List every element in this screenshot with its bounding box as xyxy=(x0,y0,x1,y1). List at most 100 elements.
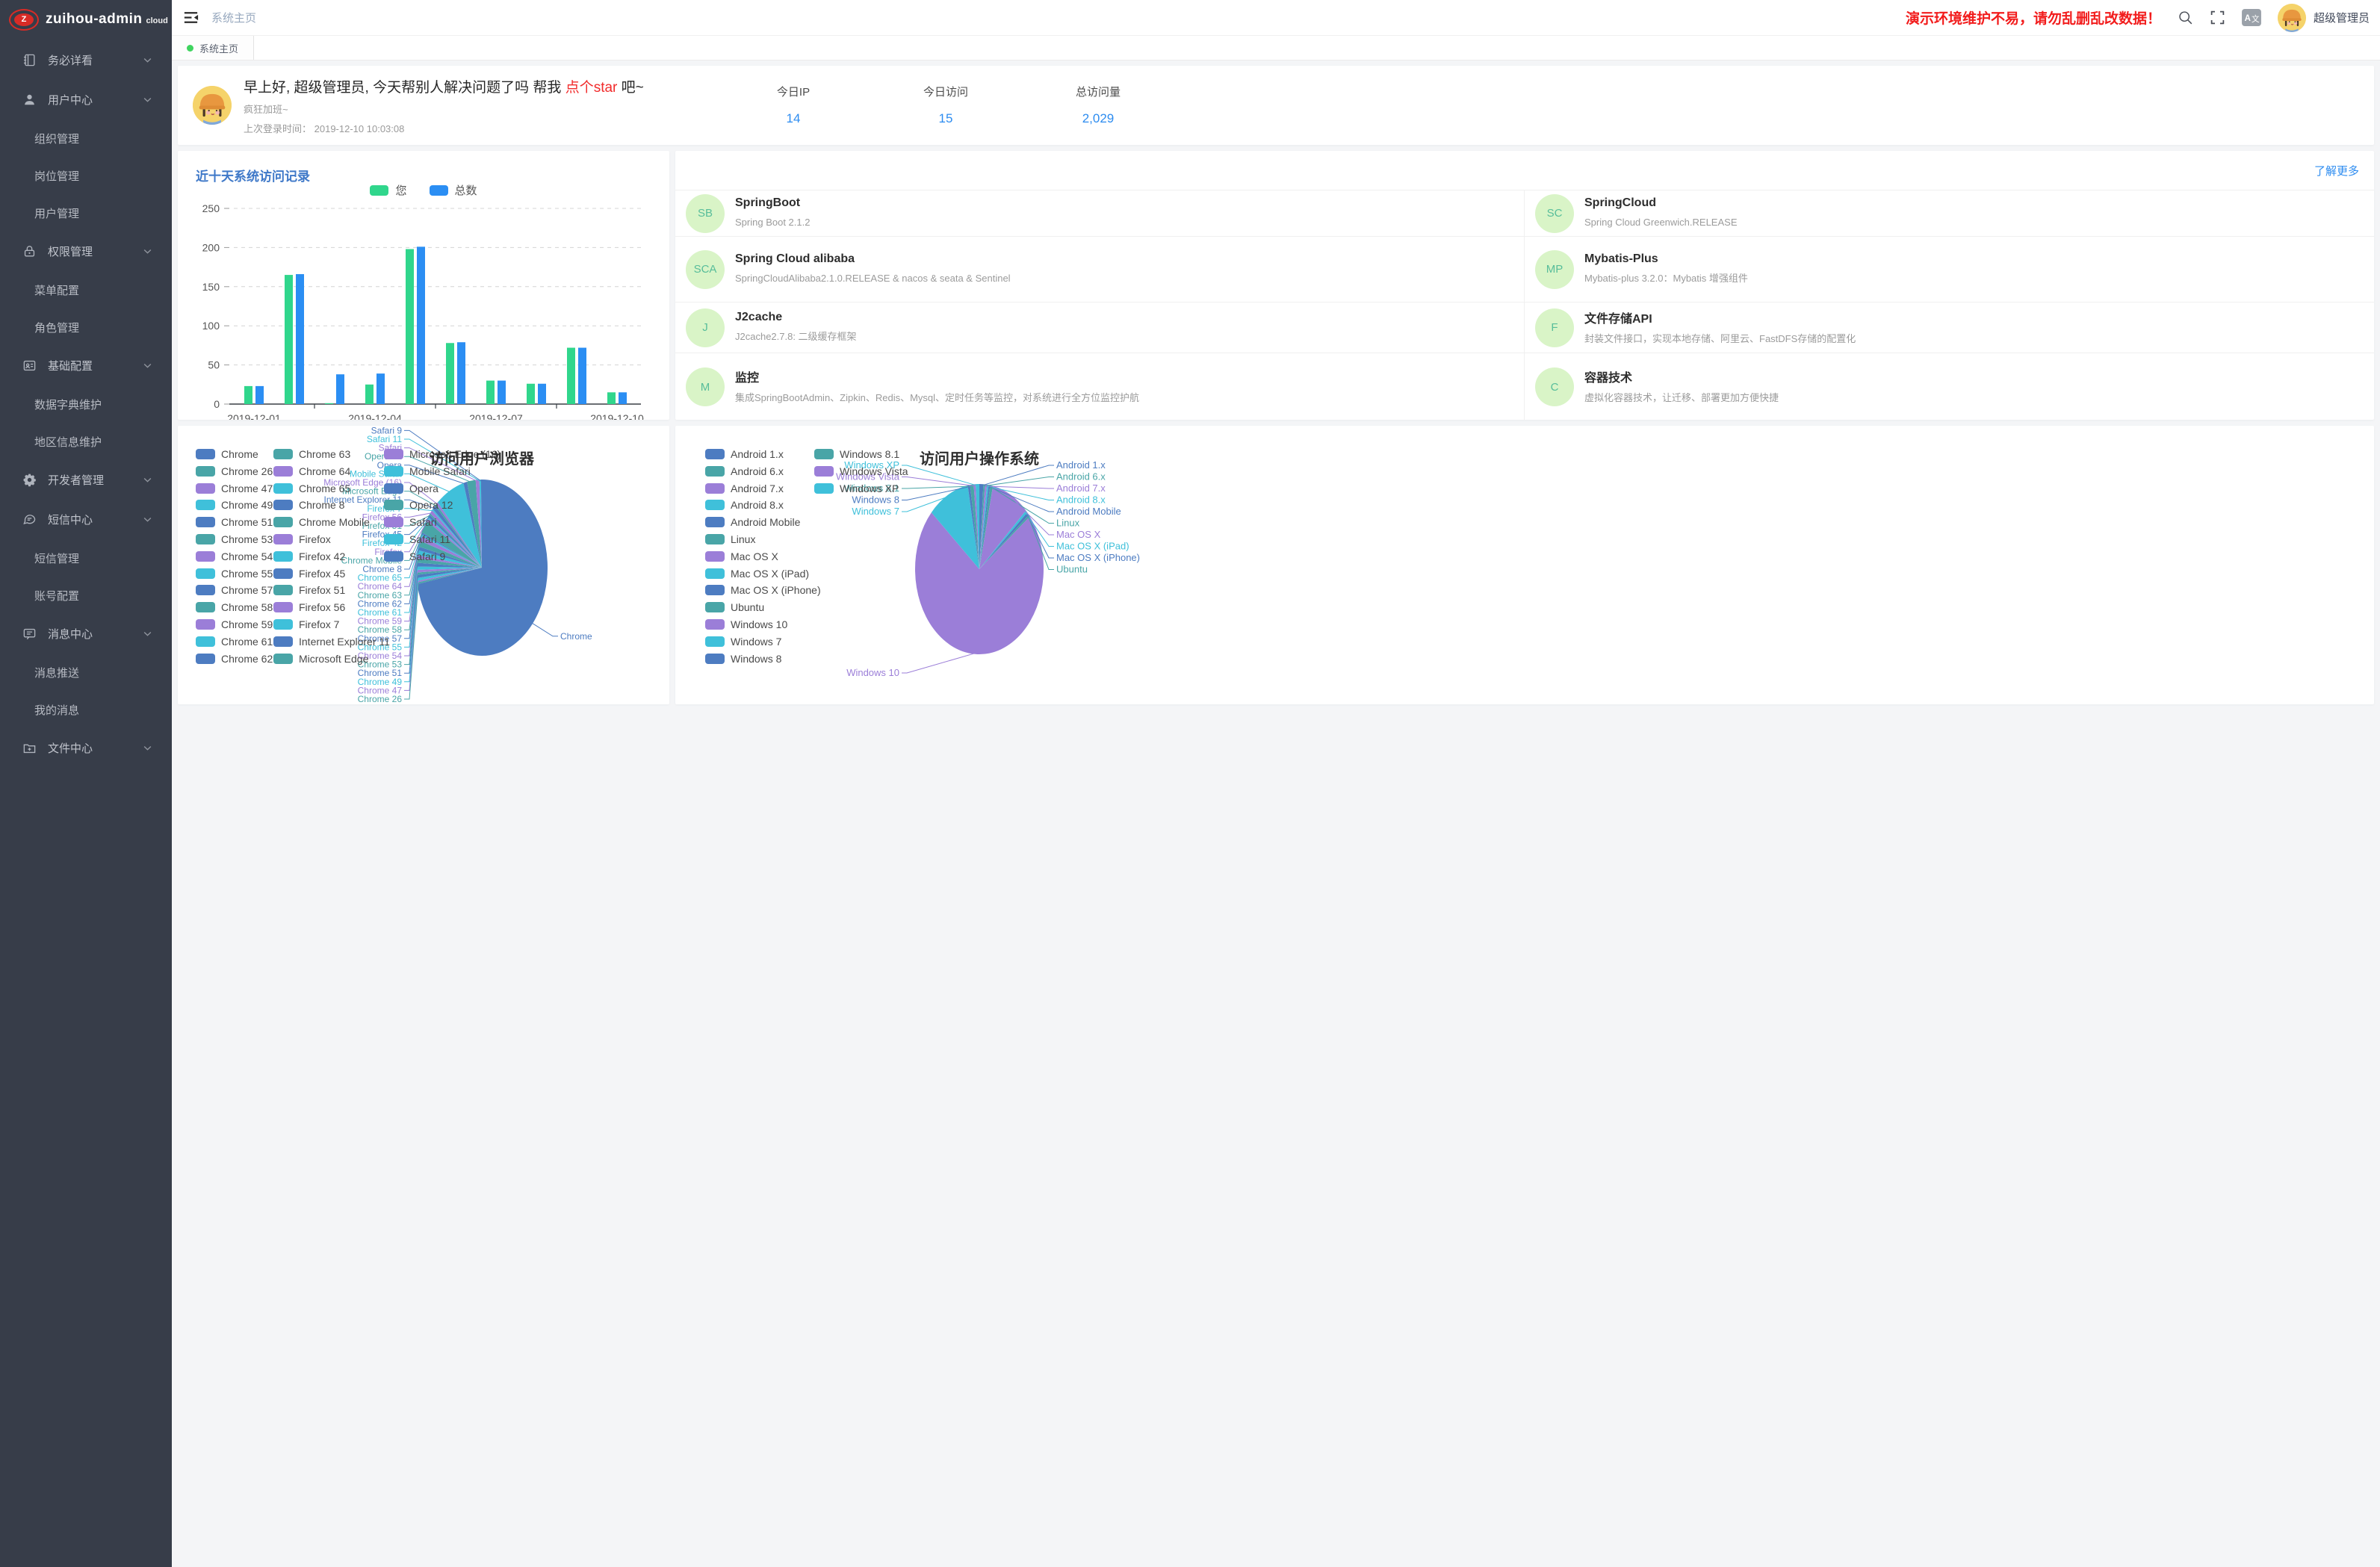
bar-您-2019-12-09[interactable] xyxy=(567,348,575,404)
legend-item-Chrome 53[interactable]: Chrome 53 xyxy=(196,533,273,545)
bar-总数-2019-12-08[interactable] xyxy=(538,384,546,404)
legend-item-Chrome[interactable]: Chrome xyxy=(196,448,258,460)
legend-item-Chrome 8[interactable]: Chrome 8 xyxy=(273,499,344,511)
legend-item-Safari 11[interactable]: Safari 11 xyxy=(384,533,450,545)
legend-item-Windows Vista[interactable]: Windows Vista xyxy=(814,465,908,477)
legend-item-Ubuntu[interactable]: Ubuntu xyxy=(705,601,764,613)
bar-总数-2019-12-06[interactable] xyxy=(457,342,465,404)
sidebar-subitem-短信管理[interactable]: 短信管理 xyxy=(0,539,172,577)
legend-item-Chrome 51[interactable]: Chrome 51 xyxy=(196,516,273,528)
sidebar-item-用户中心[interactable]: 用户中心 xyxy=(0,80,172,120)
star-link[interactable]: 点个star xyxy=(565,80,618,96)
bar-总数-2019-12-04[interactable] xyxy=(376,373,385,404)
legend-item-Chrome 64[interactable]: Chrome 64 xyxy=(273,465,350,477)
legend-item-Firefox 51[interactable]: Firefox 51 xyxy=(273,584,345,596)
bar-您-2019-12-05[interactable] xyxy=(406,249,414,404)
sidebar-item-基础配置[interactable]: 基础配置 xyxy=(0,346,172,385)
sidebar-subitem-数据字典维护[interactable]: 数据字典维护 xyxy=(0,385,172,423)
legend-item-Android 6.x[interactable]: Android 6.x xyxy=(705,465,784,477)
legend-item-Chrome 57[interactable]: Chrome 57 xyxy=(196,584,273,596)
legend-item-Chrome 62[interactable]: Chrome 62 xyxy=(196,653,273,665)
sidebar-subitem-账号配置[interactable]: 账号配置 xyxy=(0,577,172,614)
sidebar-subitem-岗位管理[interactable]: 岗位管理 xyxy=(0,157,172,194)
username[interactable]: 超级管理员 xyxy=(2314,10,2370,25)
sidebar-subitem-消息推送[interactable]: 消息推送 xyxy=(0,654,172,691)
legend-item-Opera 12[interactable]: Opera 12 xyxy=(384,499,453,511)
bar-总数-2019-12-01[interactable] xyxy=(255,386,264,404)
legend-item-Chrome 47[interactable]: Chrome 47 xyxy=(196,482,273,494)
sidebar-subitem-菜单配置[interactable]: 菜单配置 xyxy=(0,271,172,308)
sidebar-subitem-组织管理[interactable]: 组织管理 xyxy=(0,120,172,157)
bar-您-2019-12-08[interactable] xyxy=(527,384,535,404)
legend-item-Chrome 26[interactable]: Chrome 26 xyxy=(196,465,273,477)
bar-您-2019-12-10[interactable] xyxy=(607,392,616,404)
sidebar-subitem-角色管理[interactable]: 角色管理 xyxy=(0,308,172,346)
tab-system-home[interactable]: 系统主页 xyxy=(172,36,254,60)
legend-item-Windows XP[interactable]: Windows XP xyxy=(814,482,899,494)
fullscreen-icon[interactable] xyxy=(2210,10,2225,25)
legend-item-Windows 10[interactable]: Windows 10 xyxy=(705,618,787,630)
legend-item-Chrome 61[interactable]: Chrome 61 xyxy=(196,636,273,648)
sidebar-item-权限管理[interactable]: 权限管理 xyxy=(0,232,172,271)
legend-item-总数[interactable]: 总数 xyxy=(430,182,477,198)
bar-您-2019-12-07[interactable] xyxy=(486,381,495,404)
sidebar-item-短信中心[interactable]: 短信中心 xyxy=(0,500,172,539)
legend-item-Android 7.x[interactable]: Android 7.x xyxy=(705,482,784,494)
legend-item-Chrome 55[interactable]: Chrome 55 xyxy=(196,568,273,580)
sidebar-subitem-地区信息维护[interactable]: 地区信息维护 xyxy=(0,423,172,460)
legend-item-Windows 8[interactable]: Windows 8 xyxy=(705,653,781,665)
legend-item-Firefox 45[interactable]: Firefox 45 xyxy=(273,568,345,580)
search-icon[interactable] xyxy=(2178,10,2193,25)
bar-您-2019-12-03[interactable] xyxy=(325,403,333,404)
pie-label-Mac OS X: Mac OS X xyxy=(1056,529,1101,540)
sidebar-subitem-用户管理[interactable]: 用户管理 xyxy=(0,194,172,232)
legend-item-您[interactable]: 您 xyxy=(370,182,406,198)
sidebar-item-开发者管理[interactable]: 开发者管理 xyxy=(0,460,172,500)
user-avatar[interactable] xyxy=(2278,4,2306,32)
legend-item-Chrome 65[interactable]: Chrome 65 xyxy=(273,482,350,494)
legend-item-Mac OS X (iPhone)[interactable]: Mac OS X (iPhone) xyxy=(705,584,821,596)
bar-总数-2019-12-03[interactable] xyxy=(336,374,344,404)
legend-item-Chrome 63[interactable]: Chrome 63 xyxy=(273,448,350,460)
legend-label: Chrome 65 xyxy=(299,482,350,494)
legend-item-Android Mobile[interactable]: Android Mobile xyxy=(705,516,800,528)
sidebar-item-文件中心[interactable]: 文件中心 xyxy=(0,728,172,768)
legend-item-Mac OS X[interactable]: Mac OS X xyxy=(705,550,778,562)
bar-总数-2019-12-02[interactable] xyxy=(296,274,304,404)
legend-item-Windows 8.1[interactable]: Windows 8.1 xyxy=(814,448,899,460)
legend-item-Chrome Mobile[interactable]: Chrome Mobile xyxy=(273,516,370,528)
legend-item-Opera[interactable]: Opera xyxy=(384,482,438,494)
legend-item-Firefox[interactable]: Firefox xyxy=(273,533,331,545)
legend-item-Internet Explorer 11[interactable]: Internet Explorer 11 xyxy=(273,636,390,648)
bar-您-2019-12-02[interactable] xyxy=(285,275,293,404)
legend-item-Windows 7[interactable]: Windows 7 xyxy=(705,636,781,648)
feature-avatar: SCA xyxy=(686,250,725,289)
legend-item-Chrome 54[interactable]: Chrome 54 xyxy=(196,550,273,562)
legend-item-Chrome 59[interactable]: Chrome 59 xyxy=(196,618,273,630)
legend-item-Microsoft Edge[interactable]: Microsoft Edge xyxy=(273,653,368,665)
legend-item-Safari[interactable]: Safari xyxy=(384,516,437,528)
legend-item-Chrome 49[interactable]: Chrome 49 xyxy=(196,499,273,511)
font-size-icon[interactable]: A文 xyxy=(2242,9,2261,26)
legend-item-Mac OS X (iPad)[interactable]: Mac OS X (iPad) xyxy=(705,568,809,580)
bar-总数-2019-12-07[interactable] xyxy=(498,381,506,404)
sidebar-item-务必详看[interactable]: 务必详看 xyxy=(0,40,172,80)
legend-item-Firefox 7[interactable]: Firefox 7 xyxy=(273,618,339,630)
learn-more-link[interactable]: 了解更多 xyxy=(2314,163,2359,179)
legend-item-Android 8.x[interactable]: Android 8.x xyxy=(705,499,784,511)
bar-总数-2019-12-05[interactable] xyxy=(417,246,425,404)
bar-您-2019-12-06[interactable] xyxy=(446,343,454,404)
legend-item-Safari 9[interactable]: Safari 9 xyxy=(384,550,445,562)
sidebar-collapse-icon[interactable] xyxy=(182,9,199,26)
sidebar-subitem-我的消息[interactable]: 我的消息 xyxy=(0,691,172,728)
bar-总数-2019-12-10[interactable] xyxy=(619,392,627,404)
legend-item-Firefox 42[interactable]: Firefox 42 xyxy=(273,550,345,562)
bar-您-2019-12-04[interactable] xyxy=(365,385,374,404)
legend-item-Chrome 58[interactable]: Chrome 58 xyxy=(196,601,273,613)
legend-item-Firefox 56[interactable]: Firefox 56 xyxy=(273,601,345,613)
bar-总数-2019-12-09[interactable] xyxy=(578,348,586,404)
legend-item-Linux[interactable]: Linux xyxy=(705,533,755,545)
legend-item-Android 1.x[interactable]: Android 1.x xyxy=(705,448,784,460)
sidebar-item-消息中心[interactable]: 消息中心 xyxy=(0,614,172,654)
bar-您-2019-12-01[interactable] xyxy=(244,386,252,404)
